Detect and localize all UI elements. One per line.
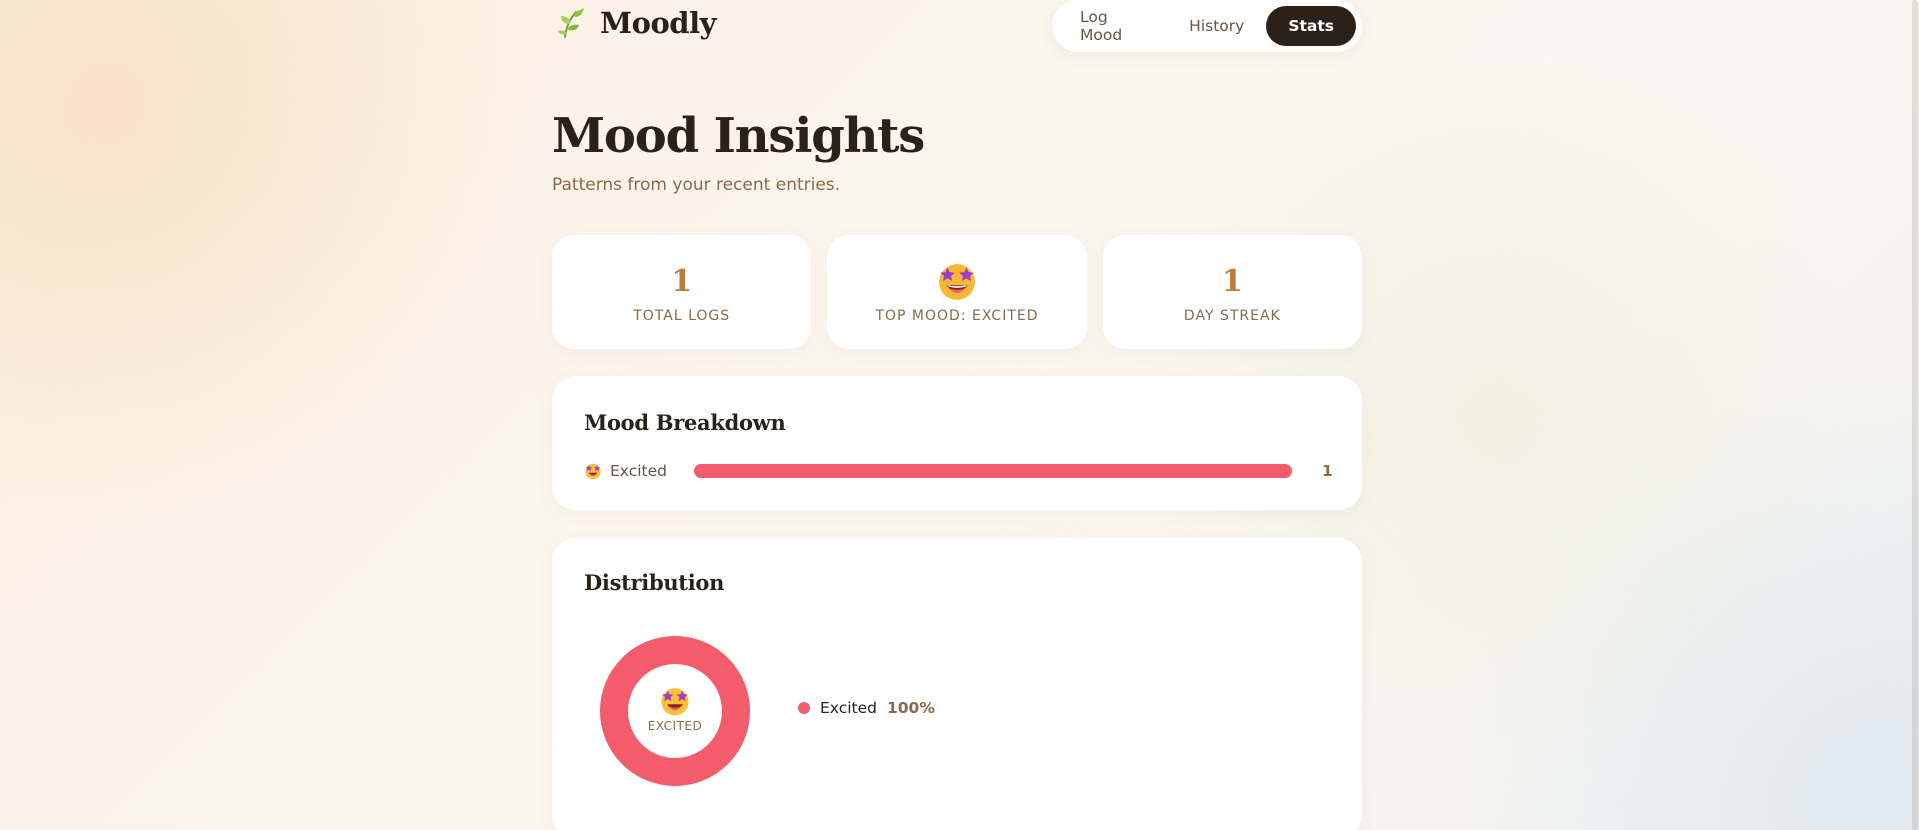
donut-center: EXCITED	[600, 636, 750, 786]
breakdown-bar-track	[694, 464, 1292, 478]
mood-breakdown-card: Mood Breakdown Excited 1	[552, 376, 1362, 510]
leaf-sprout-icon	[558, 8, 584, 38]
page-title: Mood Insights	[552, 108, 925, 164]
legend-label: Excited	[820, 699, 877, 717]
legend-dot	[798, 702, 810, 714]
stat-value: 1	[671, 263, 693, 299]
breakdown-bar-fill	[694, 464, 1292, 478]
nav-stats[interactable]: Stats	[1266, 6, 1356, 46]
stat-card-day-streak: 1 DAY STREAK	[1102, 235, 1362, 349]
legend-percent: 100%	[886, 699, 935, 717]
stat-card-top-mood: TOP MOOD: EXCITED	[827, 235, 1087, 349]
app-name: Moodly	[600, 6, 716, 40]
stat-value	[936, 260, 978, 302]
distribution-title: Distribution	[584, 570, 725, 595]
stat-card-total-logs: 1 TOTAL LOGS	[552, 235, 812, 349]
stats-row: 1 TOTAL LOGS TOP MOOD: EXCITED 1 DAY STR…	[552, 235, 1362, 349]
scrollbar-thumb[interactable]	[1912, 0, 1918, 830]
page-scrollbar[interactable]	[1911, 0, 1919, 830]
page-subtitle: Patterns from your recent entries.	[552, 175, 841, 195]
main-container: Moodly Log Mood History Stats Mood Insig…	[552, 0, 1362, 830]
star-struck-emoji-icon	[661, 688, 689, 716]
distribution-card: Distribution EXCITED Excited 100%	[552, 538, 1362, 830]
star-struck-emoji-icon	[939, 264, 975, 300]
breakdown-label: Excited	[610, 462, 667, 480]
donut-center-label: EXCITED	[647, 719, 703, 733]
stat-label: TOTAL LOGS	[633, 308, 731, 324]
stat-label: TOP MOOD: EXCITED	[875, 308, 1039, 324]
nav-log-mood[interactable]: Log Mood	[1058, 6, 1167, 46]
star-struck-emoji-icon	[585, 463, 601, 480]
nav-history[interactable]: History	[1167, 6, 1266, 46]
breakdown-count: 1	[1322, 462, 1333, 480]
header: Moodly Log Mood History Stats	[552, 0, 1362, 54]
main-nav: Log Mood History Stats	[1052, 0, 1362, 52]
donut-chart: EXCITED	[600, 636, 750, 786]
breakdown-title: Mood Breakdown	[584, 410, 786, 435]
stat-value: 1	[1221, 263, 1243, 299]
brand[interactable]: Moodly	[556, 6, 716, 40]
stat-label: DAY STREAK	[1183, 308, 1281, 324]
distribution-legend: Excited 100%	[798, 699, 935, 717]
breakdown-row: Excited 1	[584, 459, 1333, 483]
